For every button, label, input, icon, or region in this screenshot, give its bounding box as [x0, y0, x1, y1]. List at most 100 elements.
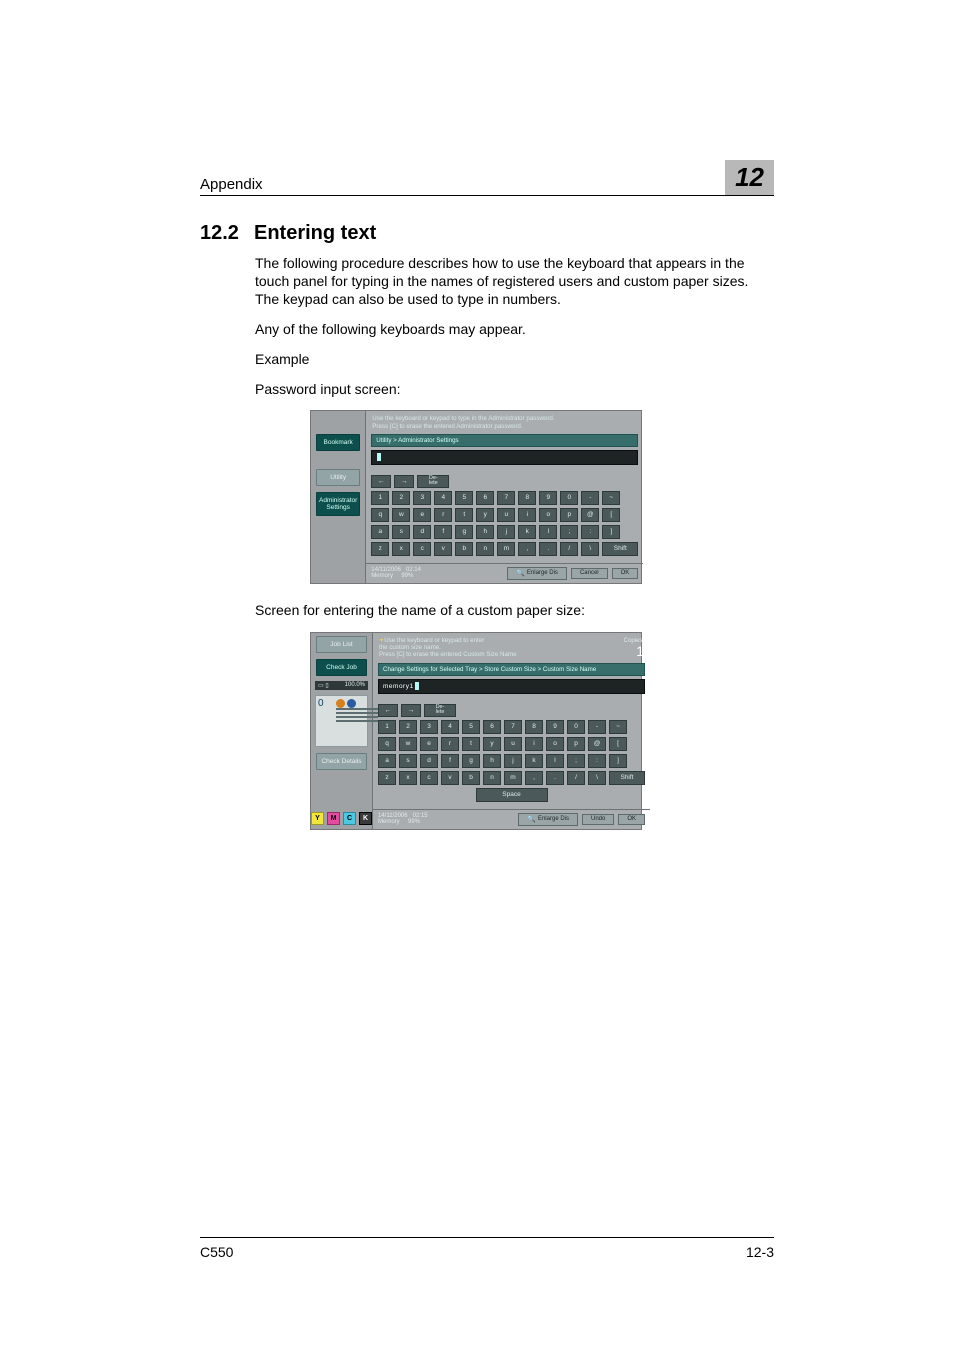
key-v[interactable]: v [434, 542, 452, 556]
key-s[interactable]: s [392, 525, 410, 539]
delete-key[interactable]: De- lete [424, 704, 456, 717]
key-3[interactable]: 3 [420, 720, 438, 734]
key-d[interactable]: d [413, 525, 431, 539]
key-r[interactable]: r [441, 737, 459, 751]
key-i[interactable]: i [518, 508, 536, 522]
space-key[interactable]: Space [476, 788, 548, 802]
utility-button[interactable]: Utility [316, 469, 360, 486]
key-h[interactable]: h [476, 525, 494, 539]
key-4[interactable]: 4 [434, 491, 452, 505]
key-e[interactable]: e [413, 508, 431, 522]
key-s[interactable]: s [399, 754, 417, 768]
key-k[interactable]: k [525, 754, 543, 768]
key-j[interactable]: j [497, 525, 515, 539]
key-/[interactable]: / [567, 771, 585, 785]
check-details-button[interactable]: Check Details [316, 753, 367, 770]
bookmark-button[interactable]: Bookmark [316, 434, 360, 451]
key--[interactable]: - [581, 491, 599, 505]
key-5[interactable]: 5 [462, 720, 480, 734]
key-m[interactable]: m [504, 771, 522, 785]
key-6[interactable]: 6 [476, 491, 494, 505]
key-o[interactable]: o [546, 737, 564, 751]
key-l[interactable]: l [546, 754, 564, 768]
key-a[interactable]: a [378, 754, 396, 768]
key-0[interactable]: 0 [560, 491, 578, 505]
key-@[interactable]: @ [588, 737, 606, 751]
key-[[interactable]: [ [602, 508, 620, 522]
arrow-left-key[interactable]: ← [378, 704, 398, 717]
key-w[interactable]: w [392, 508, 410, 522]
key-e[interactable]: e [420, 737, 438, 751]
key-,[interactable]: , [518, 542, 536, 556]
key-u[interactable]: u [497, 508, 515, 522]
key-f[interactable]: f [434, 525, 452, 539]
admin-settings-button[interactable]: Administrator Settings [316, 492, 360, 516]
enlarge-button[interactable]: 🔍Enlarge Dis [507, 567, 567, 580]
key-,[interactable]: , [525, 771, 543, 785]
delete-key[interactable]: De- lete [417, 475, 449, 488]
key-~[interactable]: ~ [609, 720, 627, 734]
key-7[interactable]: 7 [504, 720, 522, 734]
key-n[interactable]: n [476, 542, 494, 556]
key-g[interactable]: g [455, 525, 473, 539]
key-~[interactable]: ~ [602, 491, 620, 505]
arrow-right-key[interactable]: → [394, 475, 414, 488]
key-z[interactable]: z [371, 542, 389, 556]
key-t[interactable]: t [462, 737, 480, 751]
key-z[interactable]: z [378, 771, 396, 785]
undo-button[interactable]: Undo [582, 814, 614, 825]
key-c[interactable]: c [413, 542, 431, 556]
key-p[interactable]: p [567, 737, 585, 751]
key-@[interactable]: @ [581, 508, 599, 522]
key-[[interactable]: [ [609, 737, 627, 751]
shift-key[interactable]: Shift [602, 542, 638, 556]
key-v[interactable]: v [441, 771, 459, 785]
key-:[interactable]: : [581, 525, 599, 539]
key-d[interactable]: d [420, 754, 438, 768]
key-:[interactable]: : [588, 754, 606, 768]
key-g[interactable]: g [462, 754, 480, 768]
key-q[interactable]: q [371, 508, 389, 522]
key-7[interactable]: 7 [497, 491, 515, 505]
check-job-button[interactable]: Check Job [316, 659, 367, 676]
key-x[interactable]: x [392, 542, 410, 556]
key-5[interactable]: 5 [455, 491, 473, 505]
key-8[interactable]: 8 [525, 720, 543, 734]
key-q[interactable]: q [378, 737, 396, 751]
key-l[interactable]: l [539, 525, 557, 539]
key-b[interactable]: b [462, 771, 480, 785]
key-r[interactable]: r [434, 508, 452, 522]
key-u[interactable]: u [504, 737, 522, 751]
ok-button[interactable]: OK [612, 568, 639, 579]
key--[interactable]: - [588, 720, 606, 734]
key-2[interactable]: 2 [399, 720, 417, 734]
custom-size-name-input[interactable]: memory1 [378, 679, 645, 694]
arrow-right-key[interactable]: → [401, 704, 421, 717]
key-;[interactable]: ; [560, 525, 578, 539]
key-p[interactable]: p [560, 508, 578, 522]
key-y[interactable]: y [476, 508, 494, 522]
key-.[interactable]: . [546, 771, 564, 785]
key-1[interactable]: 1 [371, 491, 389, 505]
key-/[interactable]: / [560, 542, 578, 556]
key-;[interactable]: ; [567, 754, 585, 768]
key-3[interactable]: 3 [413, 491, 431, 505]
key-][interactable]: ] [609, 754, 627, 768]
key-x[interactable]: x [399, 771, 417, 785]
key-c[interactable]: c [420, 771, 438, 785]
enlarge-button[interactable]: 🔍Enlarge Dis [518, 813, 578, 826]
key-\[interactable]: \ [588, 771, 606, 785]
key-1[interactable]: 1 [378, 720, 396, 734]
key-t[interactable]: t [455, 508, 473, 522]
key-2[interactable]: 2 [392, 491, 410, 505]
key-o[interactable]: o [539, 508, 557, 522]
arrow-left-key[interactable]: ← [371, 475, 391, 488]
key-9[interactable]: 9 [546, 720, 564, 734]
key-i[interactable]: i [525, 737, 543, 751]
key-9[interactable]: 9 [539, 491, 557, 505]
key-\[interactable]: \ [581, 542, 599, 556]
key-6[interactable]: 6 [483, 720, 501, 734]
key-][interactable]: ] [602, 525, 620, 539]
ok-button[interactable]: OK [618, 814, 645, 825]
key-m[interactable]: m [497, 542, 515, 556]
